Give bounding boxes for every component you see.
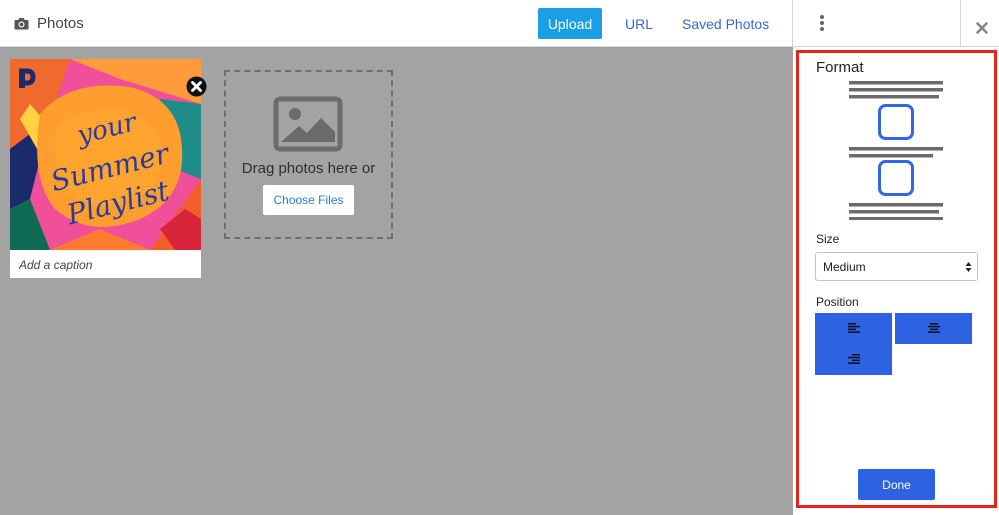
photo-canvas: your Summer Playlist Dr xyxy=(0,47,793,515)
format-panel-title: Format xyxy=(816,59,864,76)
photo-card[interactable]: your Summer Playlist xyxy=(10,59,207,278)
tab-url[interactable]: URL xyxy=(625,8,653,39)
select-arrows-icon xyxy=(965,261,972,276)
position-label: Position xyxy=(816,295,859,309)
done-button[interactable]: Done xyxy=(858,469,935,500)
photos-header: Photos Upload URL Saved Photos xyxy=(0,0,999,47)
photo-thumbnail[interactable]: your Summer Playlist xyxy=(10,59,201,250)
camera-icon xyxy=(14,17,29,30)
size-select[interactable]: Medium xyxy=(815,252,978,281)
size-select-value: Medium xyxy=(823,259,866,274)
align-left-icon xyxy=(847,321,860,336)
position-right-button[interactable] xyxy=(815,344,892,375)
tab-saved-photos[interactable]: Saved Photos xyxy=(682,8,769,39)
drop-zone-text: Drag photos here or xyxy=(241,160,376,177)
close-icon[interactable] xyxy=(972,18,992,38)
more-vertical-icon[interactable] xyxy=(807,8,837,38)
position-left-button[interactable] xyxy=(815,313,892,344)
format-preview-diagram xyxy=(846,80,946,225)
align-right-icon xyxy=(847,352,860,367)
header-title: Photos xyxy=(37,14,84,32)
choose-files-button[interactable]: Choose Files xyxy=(263,185,354,215)
remove-circle-icon[interactable] xyxy=(186,76,207,97)
header-divider xyxy=(960,0,961,47)
header-title-group: Photos xyxy=(14,13,84,33)
image-icon xyxy=(273,96,343,157)
size-label: Size xyxy=(816,232,840,246)
header-divider xyxy=(792,0,793,47)
caption-input[interactable] xyxy=(10,252,201,278)
drop-zone[interactable]: Drag photos here or Choose Files xyxy=(224,70,393,239)
tab-upload[interactable]: Upload xyxy=(538,8,602,39)
align-center-icon xyxy=(927,321,940,336)
position-center-button[interactable] xyxy=(895,313,972,344)
